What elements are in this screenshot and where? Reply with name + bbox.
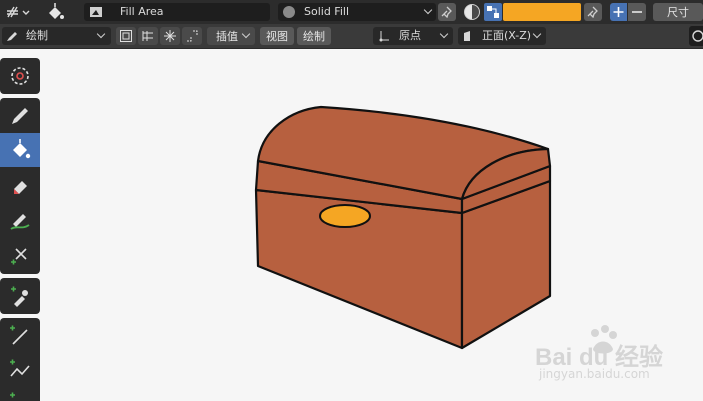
vertex-color-toggle[interactable] <box>484 3 502 21</box>
edit-lines-icon <box>142 31 153 41</box>
tool-group-sample <box>0 278 40 314</box>
orientation-selector[interactable]: 正面(X-Z) <box>458 27 546 45</box>
snap-button[interactable] <box>160 27 180 45</box>
material-selector[interactable]: Solid Fill <box>278 3 436 21</box>
cursor-tool[interactable] <box>0 59 40 93</box>
cursor-icon <box>11 67 29 85</box>
mode-selector[interactable]: 绘制 <box>2 27 111 45</box>
erase-tool[interactable] <box>0 168 40 202</box>
stabilize-button[interactable] <box>182 27 202 45</box>
draw-menu[interactable]: 绘制 <box>297 27 331 45</box>
pencil-icon <box>12 108 28 124</box>
arc-icon <box>10 392 15 398</box>
draw-tool[interactable] <box>0 99 40 133</box>
tint-tool[interactable] <box>0 203 40 237</box>
draw-menu-label: 绘制 <box>303 30 325 43</box>
snowflake-icon <box>164 30 176 42</box>
chest-lock <box>319 204 371 228</box>
eraser-icon <box>14 181 27 194</box>
material-color-swatch[interactable] <box>503 3 581 21</box>
material-sphere-icon <box>283 6 295 18</box>
editor-type-button[interactable] <box>4 3 32 21</box>
viewport-gizmo-button[interactable] <box>689 26 703 46</box>
brush-data-icon <box>90 7 102 17</box>
brush-preview-icon[interactable] <box>44 1 66 23</box>
tool-header: 绘制 插值 视图 绘制 原点 正面(X-Z) <box>0 24 703 49</box>
top-header: Fill Area Solid Fill 尺寸 <box>0 0 703 24</box>
pin-icon <box>587 6 598 18</box>
pencil-icon <box>7 32 17 41</box>
plane-icon <box>464 31 470 41</box>
view-menu-label: 视图 <box>266 30 288 43</box>
navigation-icon <box>692 30 703 42</box>
pin-icon <box>441 6 452 18</box>
remove-material-slot-button[interactable] <box>628 3 646 21</box>
tint-icon <box>10 214 30 230</box>
cutter-tool[interactable] <box>0 238 40 272</box>
eyedropper-tool[interactable] <box>0 279 40 313</box>
interpolate-button[interactable]: 插值 <box>207 27 255 45</box>
brush-name-field[interactable]: Fill Area <box>84 3 270 21</box>
watermark-url: jingyan.baidu.com <box>539 367 650 381</box>
line-icon <box>10 325 28 345</box>
polyline-icon <box>10 359 30 377</box>
edit-lines-button[interactable] <box>138 27 158 45</box>
arc-tool[interactable] <box>0 386 40 401</box>
mode-label: 绘制 <box>26 29 48 42</box>
scissors-icon <box>11 248 27 265</box>
size-button[interactable]: 尺寸 <box>653 3 703 21</box>
tool-group-paint <box>0 98 40 274</box>
multiframe-button[interactable] <box>116 27 136 45</box>
chevron-down-icon <box>439 29 449 39</box>
interpolate-label: 插值 <box>216 30 238 43</box>
chevron-down-icon <box>423 5 433 15</box>
material-name-text: Solid Fill <box>304 5 349 18</box>
orientation-label: 正面(X-Z) <box>482 29 532 42</box>
minus-icon <box>632 11 642 13</box>
brush-name-text: Fill Area <box>120 5 164 18</box>
origin-axis-icon <box>379 31 389 42</box>
color-mode-icon[interactable] <box>464 4 480 20</box>
origin-label: 原点 <box>399 29 421 42</box>
size-button-label: 尺寸 <box>667 6 689 19</box>
chevron-down-icon <box>96 29 106 39</box>
line-tool[interactable] <box>0 319 40 353</box>
chevron-down-icon <box>532 29 542 39</box>
stroke-options-group <box>116 27 202 46</box>
view-menu[interactable]: 视图 <box>260 27 294 45</box>
vertex-paint-icon <box>487 6 499 18</box>
pin-material-button[interactable] <box>438 3 456 21</box>
fill-bucket-icon <box>13 139 31 159</box>
polyline-tool[interactable] <box>0 353 40 387</box>
tool-group-cursor <box>0 58 40 94</box>
watermark: Bai du 经验 jingyan.baidu.com <box>535 323 695 383</box>
grease-pencil-mode-icon <box>7 6 30 18</box>
fill-tool[interactable] <box>0 133 40 167</box>
pin-color-button[interactable] <box>584 3 602 21</box>
viewport-canvas[interactable]: Bai du 经验 jingyan.baidu.com <box>0 49 703 401</box>
eyedropper-icon <box>11 286 28 307</box>
origin-selector[interactable]: 原点 <box>373 27 453 45</box>
add-material-slot-button[interactable] <box>610 3 627 21</box>
layer-box-icon <box>120 30 132 42</box>
plus-icon <box>613 7 624 17</box>
stroke-path-icon <box>187 30 198 42</box>
tool-group-primitives <box>0 318 40 401</box>
